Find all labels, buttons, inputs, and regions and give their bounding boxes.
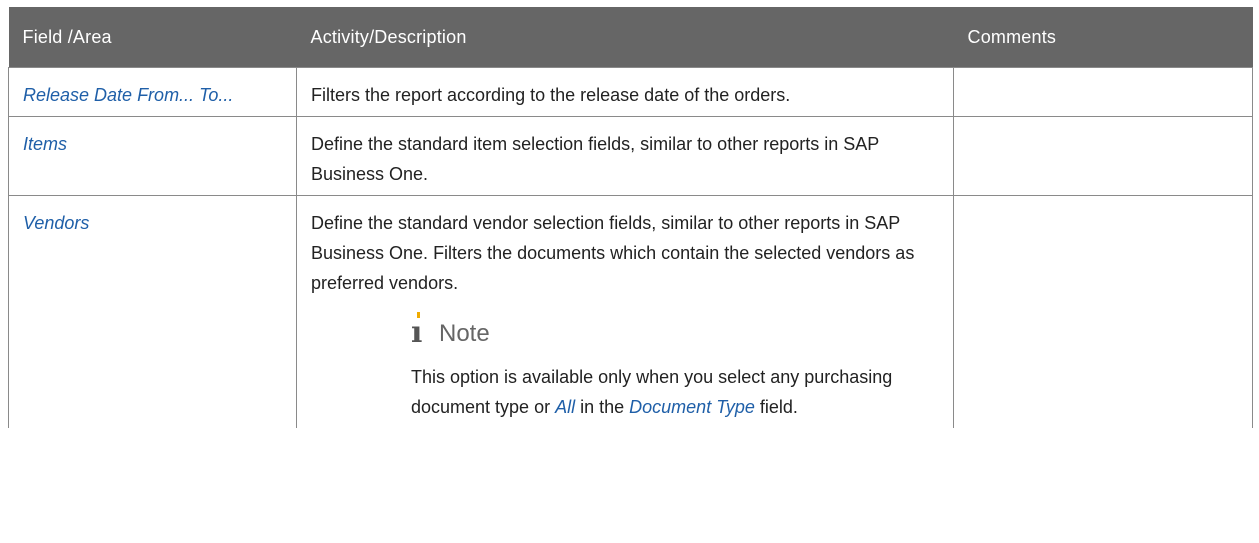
note-title: Note xyxy=(439,320,490,347)
note-box: ı Note This option is available only whe… xyxy=(311,306,939,422)
description-cell: Define the standard vendor selection fie… xyxy=(296,195,954,428)
comments-cell xyxy=(953,67,1253,117)
description-text: Define the standard vendor selection fie… xyxy=(311,213,915,293)
description-cell: Define the standard item selection field… xyxy=(296,116,954,196)
header-field-area: Field /Area xyxy=(8,7,297,68)
description-cell: Filters the report according to the rele… xyxy=(296,67,954,117)
note-link-all[interactable]: All xyxy=(555,397,575,417)
field-name-cell: Vendors xyxy=(8,195,297,428)
note-text-after: field. xyxy=(754,397,798,417)
table-header-row: Field /Area Activity/Description Comment… xyxy=(8,7,1253,68)
field-name-cell: Release Date From... To... xyxy=(8,67,297,117)
field-name-cell: Items xyxy=(8,116,297,196)
note-text-middle: in the xyxy=(575,397,630,417)
header-activity-description: Activity/Description xyxy=(296,7,954,68)
comments-cell xyxy=(953,116,1253,196)
note-header: ı Note xyxy=(411,306,939,350)
header-comments: Comments xyxy=(953,7,1253,68)
table-row: Release Date From... To... Filters the r… xyxy=(8,67,1253,117)
note-text: This option is available only when you s… xyxy=(411,362,939,422)
info-icon: ı xyxy=(411,310,425,350)
comments-cell xyxy=(953,195,1253,428)
note-link-document-type[interactable]: Document Type xyxy=(629,397,755,417)
field-description-table: Field /Area Activity/Description Comment… xyxy=(8,7,1253,428)
table-row: Items Define the standard item selection… xyxy=(8,116,1253,196)
table-row: Vendors Define the standard vendor selec… xyxy=(8,195,1253,428)
